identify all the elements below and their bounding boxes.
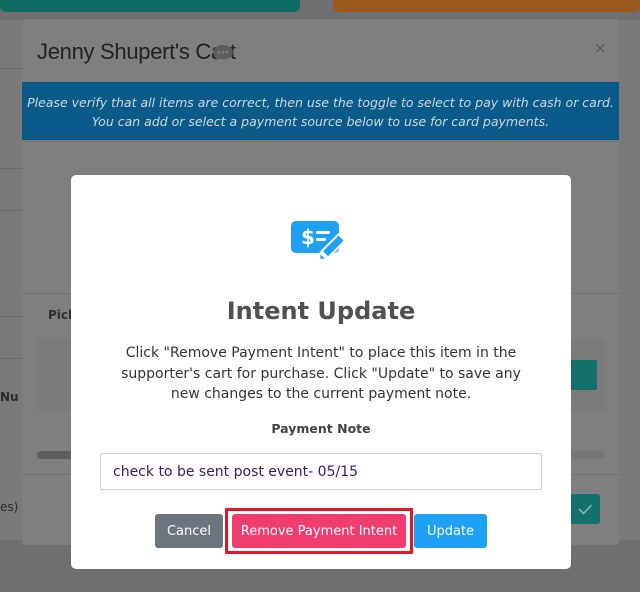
close-button[interactable]: × [594,39,607,57]
remove-payment-intent-button[interactable]: Remove Payment Intent [232,514,406,548]
background-left-strip [0,20,22,540]
svg-text:$: $ [301,225,315,249]
payment-check-edit-icon: $ [291,221,347,261]
chat-bubble-icon[interactable] [212,44,234,62]
cancel-button[interactable]: Cancel [155,514,223,548]
banner-line: You can add or select a payment source b… [91,114,550,129]
update-button[interactable]: Update [414,514,487,548]
payment-note-input[interactable] [100,453,542,490]
dialog-message: Click "Remove Payment Intent" to place t… [121,345,521,402]
action-tile[interactable] [570,360,597,390]
background-right-strip [619,20,640,540]
intent-update-dialog: $ Intent Update Click "Remove Payment In… [71,175,571,569]
background-label: es) [0,500,19,514]
background-label: Nu [0,390,19,404]
banner-line: Please verify that all items are correct… [27,95,614,110]
payment-note-label: Payment Note [271,421,371,436]
dialog-title: Intent Update [226,297,416,325]
cart-title: Jenny Shupert's Cart [37,39,236,64]
info-banner: Please verify that all items are correct… [22,82,619,140]
background-card-teal [0,0,300,12]
divider [22,141,619,142]
confirm-check-button[interactable] [570,494,600,524]
check-icon [578,504,593,515]
background-card-orange [333,0,640,12]
